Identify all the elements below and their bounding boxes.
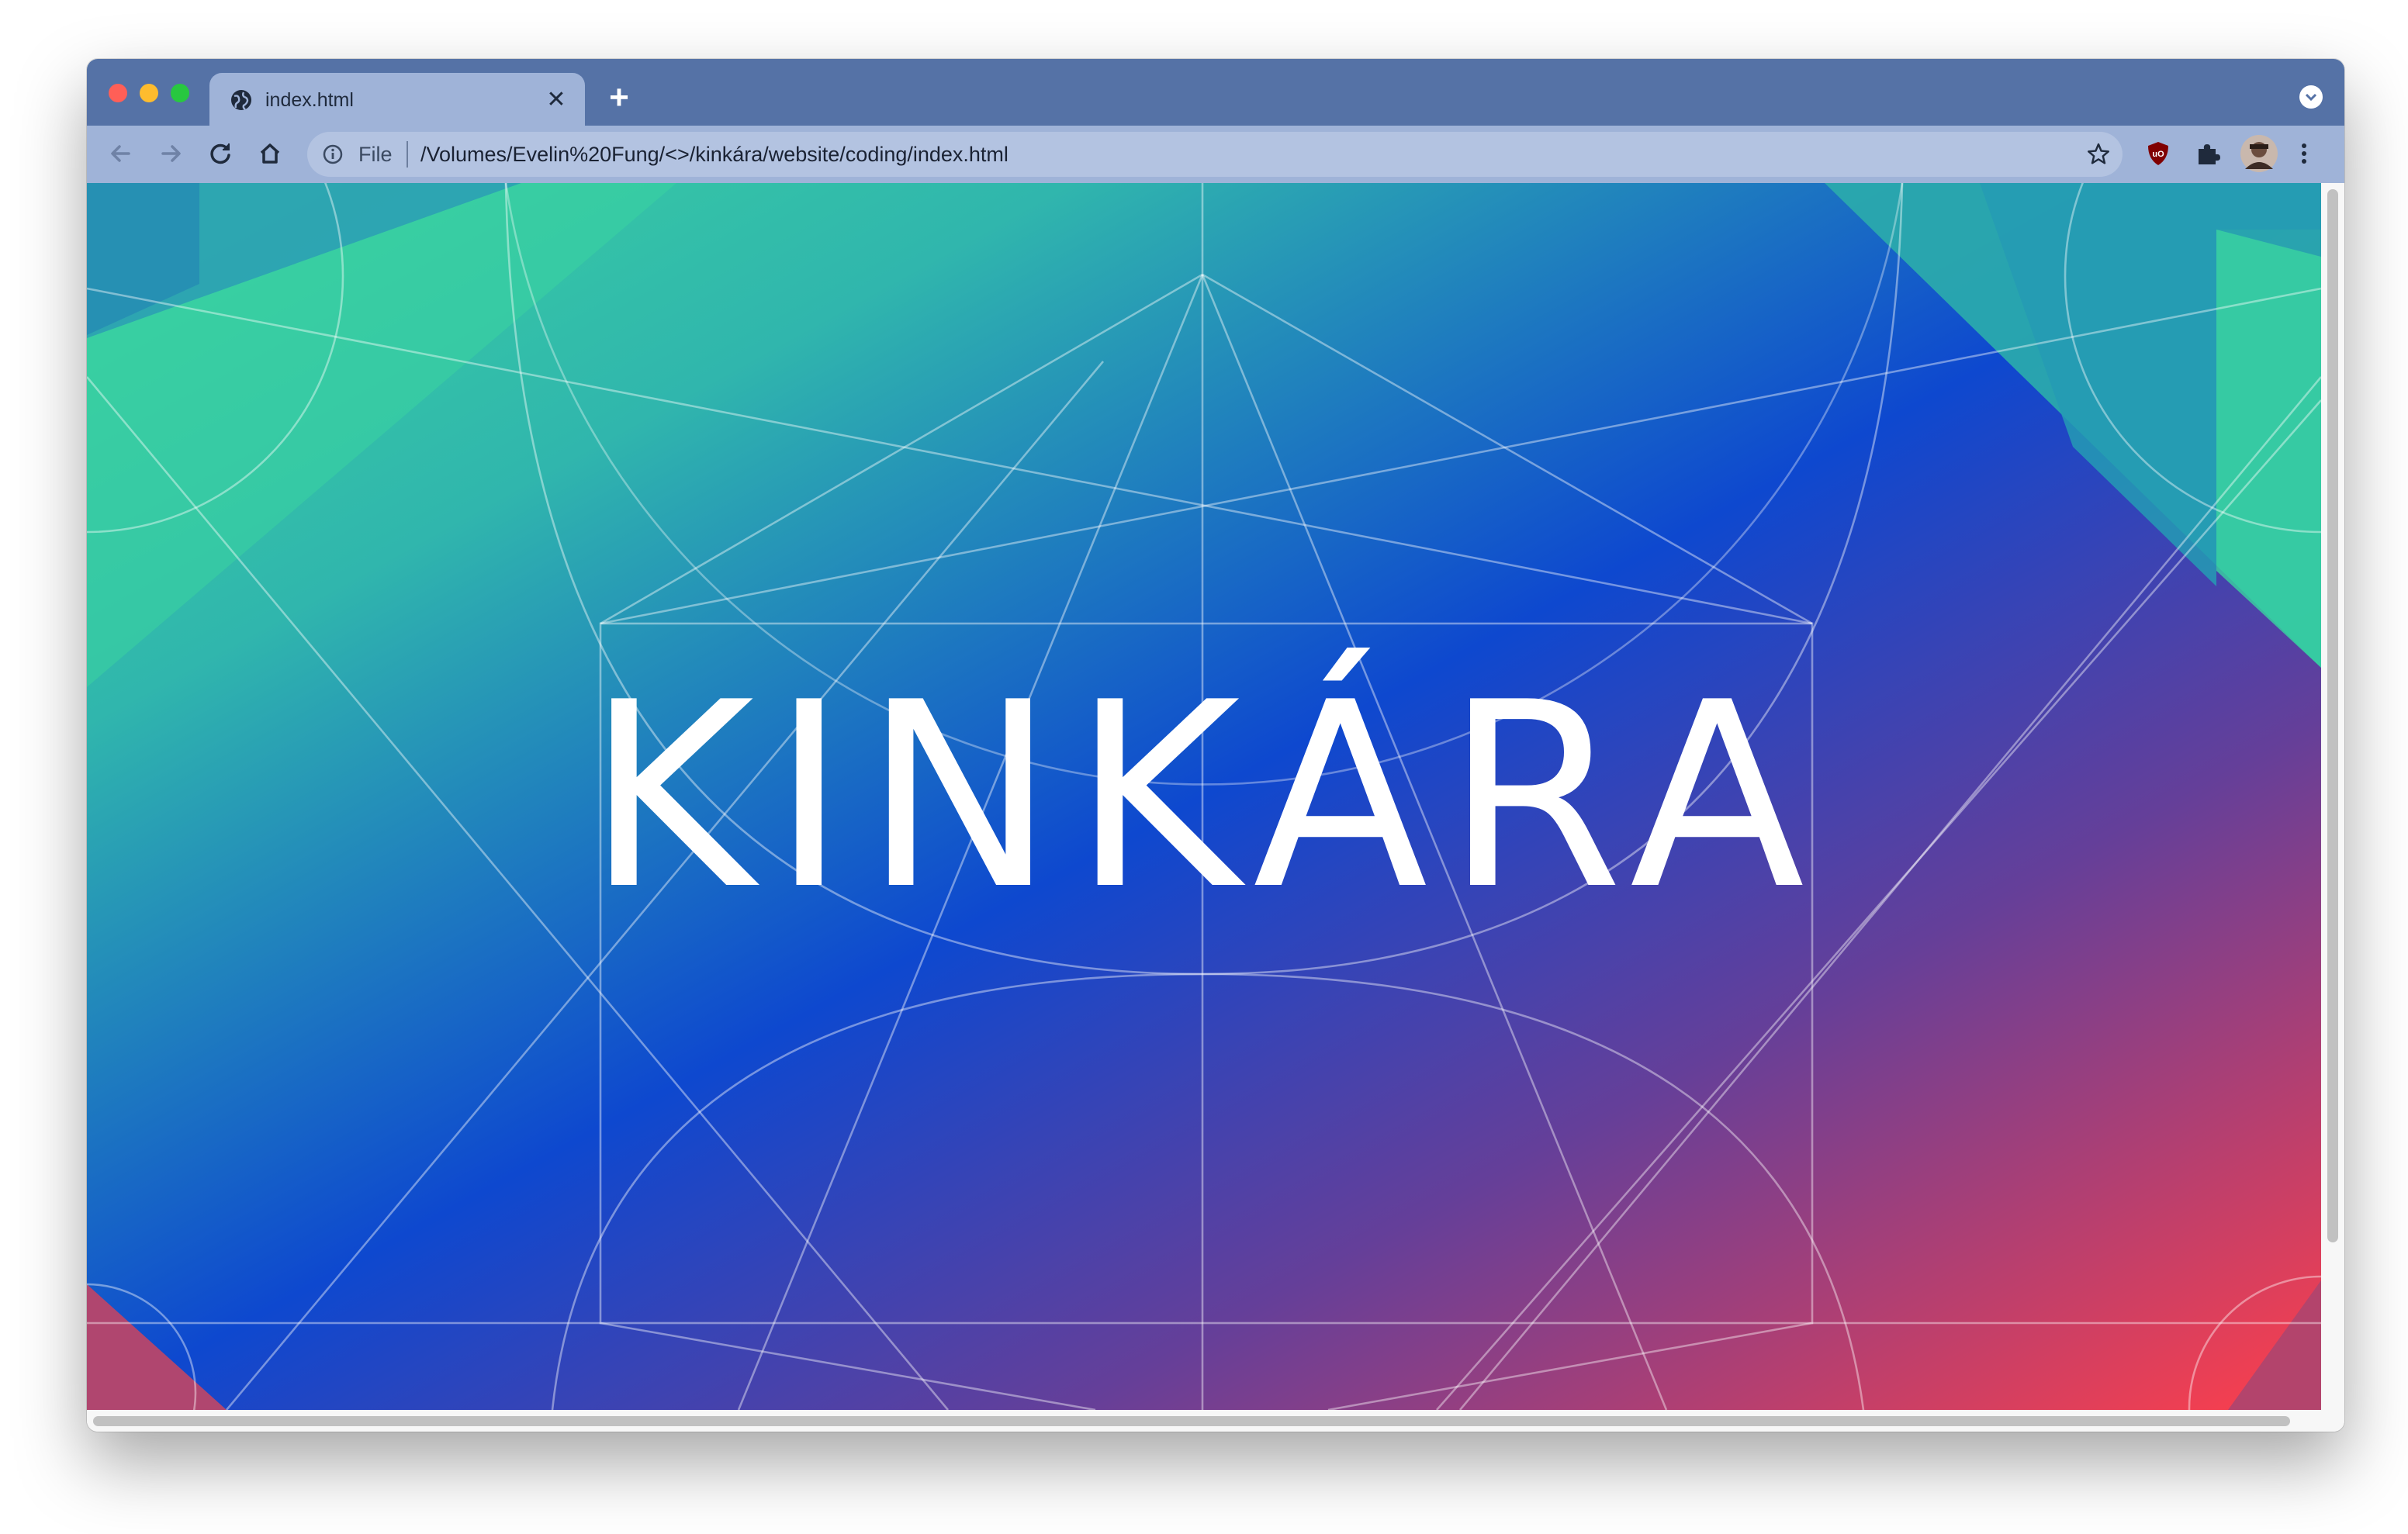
vertical-scrollbar[interactable] [2321, 183, 2344, 1410]
home-icon[interactable] [253, 136, 287, 171]
profile-avatar[interactable] [2239, 133, 2279, 174]
svg-text:uO: uO [2152, 150, 2164, 159]
url-separator [407, 141, 408, 168]
tab-close-button[interactable]: ✕ [543, 87, 569, 113]
more-menu-icon[interactable] [2287, 136, 2321, 171]
maximize-window-button[interactable] [171, 84, 189, 102]
extensions-puzzle-icon[interactable] [2191, 136, 2225, 171]
new-tab-button[interactable]: + [600, 79, 638, 116]
browser-toolbar: File /Volumes/Evelin%20Fung/<>/kinkára/w… [87, 126, 2344, 183]
horizontal-scrollbar[interactable] [87, 1410, 2344, 1432]
kinkara-wordmark: KINKÁRA [586, 648, 1822, 945]
url-scheme-label: File [358, 143, 393, 166]
screenshot-stage: index.html ✕ + File /Volumes/Evelin%20Fu… [0, 0, 2408, 1534]
back-arrow-icon[interactable] [104, 136, 138, 171]
url-text[interactable]: /Volumes/Evelin%20Fung/<>/kinkára/websit… [420, 143, 1009, 166]
tab-index-html[interactable]: index.html ✕ [209, 73, 585, 126]
forward-arrow-icon[interactable] [154, 136, 188, 171]
minimize-window-button[interactable] [140, 84, 158, 102]
info-icon[interactable] [321, 143, 344, 166]
horizontal-scrollbar-thumb[interactable] [93, 1416, 2290, 1426]
reload-icon[interactable] [203, 136, 237, 171]
tab-strip: index.html ✕ + [87, 59, 2344, 126]
bookmark-star-icon[interactable] [2085, 141, 2112, 168]
address-bar[interactable]: File /Volumes/Evelin%20Fung/<>/kinkára/w… [307, 132, 2123, 177]
tab-search-button[interactable] [2299, 85, 2323, 109]
ublock-origin-icon[interactable]: uO [2141, 136, 2175, 171]
vertical-scrollbar-thumb[interactable] [2327, 189, 2338, 1242]
browser-window: index.html ✕ + File /Volumes/Evelin%20Fu… [87, 59, 2344, 1432]
page-content: KINKÁRA [87, 183, 2321, 1410]
tab-title: index.html [265, 89, 354, 111]
close-window-button[interactable] [109, 84, 127, 102]
globe-icon [231, 90, 251, 110]
chevron-down-icon [2305, 93, 2317, 102]
